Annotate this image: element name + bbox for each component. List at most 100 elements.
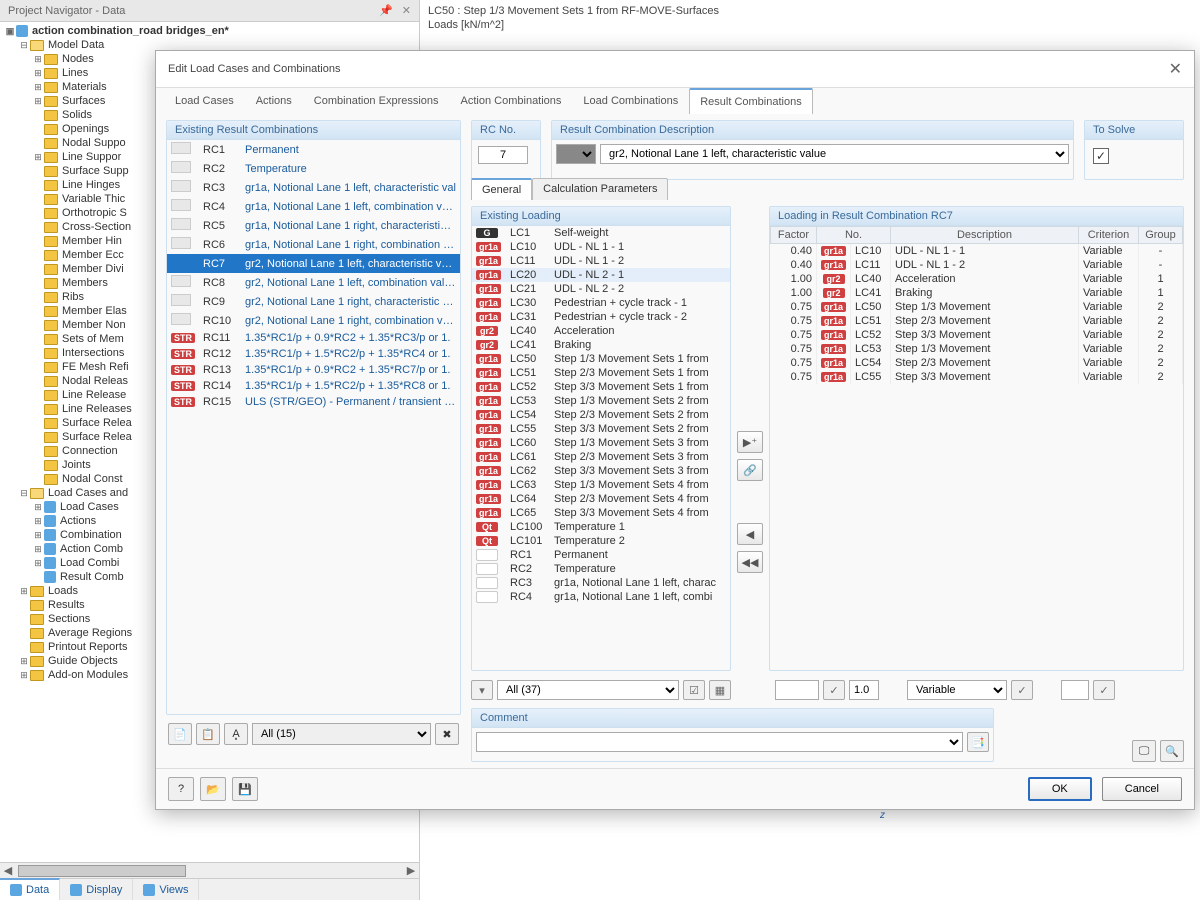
apply-factor-button[interactable]: ✓	[823, 680, 845, 700]
dialog-tab[interactable]: Actions	[245, 88, 303, 114]
rc-row[interactable]: RC1Permanent	[167, 140, 460, 159]
pin-icon[interactable]: 📌	[379, 5, 393, 17]
rc-load-row[interactable]: 0.40gr1aLC10UDL - NL 1 - 1Variable-	[771, 244, 1183, 259]
add-linked-button[interactable]: 🔗	[737, 459, 763, 481]
factor-input[interactable]	[775, 680, 819, 700]
add-loading-button[interactable]: ▶⁺	[737, 431, 763, 453]
rc-load-row[interactable]: 0.75gr1aLC54Step 2/3 MovementVariable2	[771, 356, 1183, 370]
existing-loading-table[interactable]: GLC1Self-weightgr1aLC10UDL - NL 1 - 1gr1…	[472, 226, 730, 604]
rc-row[interactable]: RC3gr1a, Notional Lane 1 left, character…	[167, 178, 460, 197]
existing-rc-table[interactable]: RC1PermanentRC2TemperatureRC3gr1a, Notio…	[167, 140, 460, 410]
rc-load-row[interactable]: 0.75gr1aLC51Step 2/3 MovementVariable2	[771, 314, 1183, 328]
rc-row[interactable]: STRRC111.35*RC1/p + 0.9*RC2 + 1.35*RC3/p…	[167, 330, 460, 346]
loading-row[interactable]: gr1aLC65Step 3/3 Movement Sets 4 from	[472, 506, 730, 520]
rc-load-row[interactable]: 1.00gr2LC41BrakingVariable1	[771, 286, 1183, 300]
rc-load-row[interactable]: 0.75gr1aLC53Step 1/3 MovementVariable2	[771, 342, 1183, 356]
delete-rc-button[interactable]: ✖	[435, 723, 459, 745]
loading-row[interactable]: QtLC100Temperature 1	[472, 520, 730, 534]
preview-button[interactable]: 🖵	[1132, 740, 1156, 762]
rc-row[interactable]: RC7gr2, Notional Lane 1 left, characteri…	[167, 254, 460, 273]
navigator-hscroll[interactable]: ◀▶	[0, 862, 419, 878]
loading-row[interactable]: gr1aLC54Step 2/3 Movement Sets 2 from	[472, 408, 730, 422]
loading-row[interactable]: gr1aLC62Step 3/3 Movement Sets 3 from	[472, 464, 730, 478]
rc-row[interactable]: RC5gr1a, Notional Lane 1 right, characte…	[167, 216, 460, 235]
remove-all-button[interactable]: ◀◀	[737, 551, 763, 573]
dialog-tab[interactable]: Load Combinations	[572, 88, 689, 114]
rc-no-input[interactable]	[478, 146, 528, 164]
dialog-tab[interactable]: Action Combinations	[450, 88, 573, 114]
rc-load-row[interactable]: 0.75gr1aLC55Step 3/3 MovementVariable2	[771, 370, 1183, 384]
details-button[interactable]: 🔍	[1160, 740, 1184, 762]
criterion-select[interactable]: Variable	[907, 680, 1007, 700]
loading-row[interactable]: gr1aLC10UDL - NL 1 - 1	[472, 240, 730, 254]
rc-row[interactable]: STRRC15ULS (STR/GEO) - Permanent / trans…	[167, 394, 460, 410]
loading-row[interactable]: RC3gr1a, Notional Lane 1 left, charac	[472, 576, 730, 590]
rc-description-select[interactable]: gr2, Notional Lane 1 left, characteristi…	[600, 144, 1069, 164]
help-button[interactable]: ?	[168, 777, 194, 801]
factor-default[interactable]	[849, 680, 879, 700]
loading-row[interactable]: gr1aLC61Step 2/3 Movement Sets 3 from	[472, 450, 730, 464]
btab-views[interactable]: Views	[133, 879, 199, 900]
cancel-button[interactable]: Cancel	[1102, 777, 1182, 801]
save-button[interactable]: 💾	[232, 777, 258, 801]
existload-filter-select[interactable]: All (37)	[497, 680, 679, 700]
loading-row[interactable]: gr1aLC53Step 1/3 Movement Sets 2 from	[472, 394, 730, 408]
rc-row[interactable]: RC9gr2, Notional Lane 1 right, character…	[167, 292, 460, 311]
close-icon[interactable]: ✕	[402, 5, 411, 17]
btab-display[interactable]: Display	[60, 879, 133, 900]
subtab-calc-params[interactable]: Calculation Parameters	[532, 178, 668, 200]
rc-row[interactable]: RC2Temperature	[167, 159, 460, 178]
loading-row[interactable]: RC1Permanent	[472, 548, 730, 562]
loading-row[interactable]: GLC1Self-weight	[472, 226, 730, 240]
sort-rc-button[interactable]: A͓	[224, 723, 248, 745]
rc-load-row[interactable]: 1.00gr2LC40AccelerationVariable1	[771, 272, 1183, 286]
apply-group-button[interactable]: ✓	[1093, 680, 1115, 700]
dialog-close-button[interactable]: ✕	[1169, 59, 1182, 79]
loading-row[interactable]: gr1aLC21UDL - NL 2 - 2	[472, 282, 730, 296]
loading-row[interactable]: RC2Temperature	[472, 562, 730, 576]
dialog-tab[interactable]: Load Cases	[164, 88, 245, 114]
loading-row[interactable]: gr1aLC30Pedestrian + cycle track - 1	[472, 296, 730, 310]
rc-load-row[interactable]: 0.40gr1aLC11UDL - NL 1 - 2Variable-	[771, 258, 1183, 272]
open-button[interactable]: 📂	[200, 777, 226, 801]
grid-button[interactable]: ▦	[709, 680, 731, 700]
apply-criterion-button[interactable]: ✓	[1011, 680, 1033, 700]
to-solve-checkbox[interactable]	[1093, 148, 1109, 164]
rc-row[interactable]: STRRC121.35*RC1/p + 1.5*RC2/p + 1.35*RC4…	[167, 346, 460, 362]
loading-row[interactable]: gr1aLC60Step 1/3 Movement Sets 3 from	[472, 436, 730, 450]
rc-row[interactable]: STRRC131.35*RC1/p + 0.9*RC2 + 1.35*RC7/p…	[167, 362, 460, 378]
rc-row[interactable]: STRRC141.35*RC1/p + 1.5*RC2/p + 1.35*RC8…	[167, 378, 460, 394]
filter-button[interactable]: ▾	[471, 680, 493, 700]
group-input[interactable]	[1061, 680, 1089, 700]
loading-row[interactable]: QtLC101Temperature 2	[472, 534, 730, 548]
loading-row[interactable]: gr1aLC51Step 2/3 Movement Sets 1 from	[472, 366, 730, 380]
copy-rc-button[interactable]: 📋	[196, 723, 220, 745]
loading-row[interactable]: gr1aLC11UDL - NL 1 - 2	[472, 254, 730, 268]
check-all-button[interactable]: ☑	[683, 680, 705, 700]
rc-load-row[interactable]: 0.75gr1aLC52Step 3/3 MovementVariable2	[771, 328, 1183, 342]
rc-row[interactable]: RC8gr2, Notional Lane 1 left, combinatio…	[167, 273, 460, 292]
btab-data[interactable]: Data	[0, 878, 60, 900]
dialog-tab[interactable]: Combination Expressions	[303, 88, 450, 114]
ok-button[interactable]: OK	[1028, 777, 1092, 801]
loading-row[interactable]: gr2LC40Acceleration	[472, 324, 730, 338]
subtab-general[interactable]: General	[471, 178, 532, 200]
loading-row[interactable]: gr1aLC31Pedestrian + cycle track - 2	[472, 310, 730, 324]
dialog-tab[interactable]: Result Combinations	[689, 88, 813, 114]
comment-pick-button[interactable]: 📑	[967, 732, 989, 752]
rc-load-row[interactable]: 0.75gr1aLC50Step 1/3 MovementVariable2	[771, 300, 1183, 314]
loading-in-rc-table[interactable]: FactorNo.DescriptionCriterionGroup0.40gr…	[770, 226, 1183, 384]
comment-select[interactable]	[476, 732, 963, 752]
loading-row[interactable]: gr1aLC50Step 1/3 Movement Sets 1 from	[472, 352, 730, 366]
loading-row[interactable]: gr1aLC20UDL - NL 2 - 1	[472, 268, 730, 282]
loading-row[interactable]: gr1aLC64Step 2/3 Movement Sets 4 from	[472, 492, 730, 506]
loading-row[interactable]: gr1aLC52Step 3/3 Movement Sets 1 from	[472, 380, 730, 394]
loading-row[interactable]: gr2LC41Braking	[472, 338, 730, 352]
loading-row[interactable]: RC4gr1a, Notional Lane 1 left, combi	[472, 590, 730, 604]
rc-category-select[interactable]	[556, 144, 596, 164]
tree-root[interactable]: ▣action combination_road bridges_en*	[4, 24, 419, 38]
loading-row[interactable]: gr1aLC55Step 3/3 Movement Sets 2 from	[472, 422, 730, 436]
rc-row[interactable]: RC4gr1a, Notional Lane 1 left, combinati…	[167, 197, 460, 216]
rc-row[interactable]: RC10gr2, Notional Lane 1 right, combinat…	[167, 311, 460, 330]
new-rc-button[interactable]: 📄	[168, 723, 192, 745]
